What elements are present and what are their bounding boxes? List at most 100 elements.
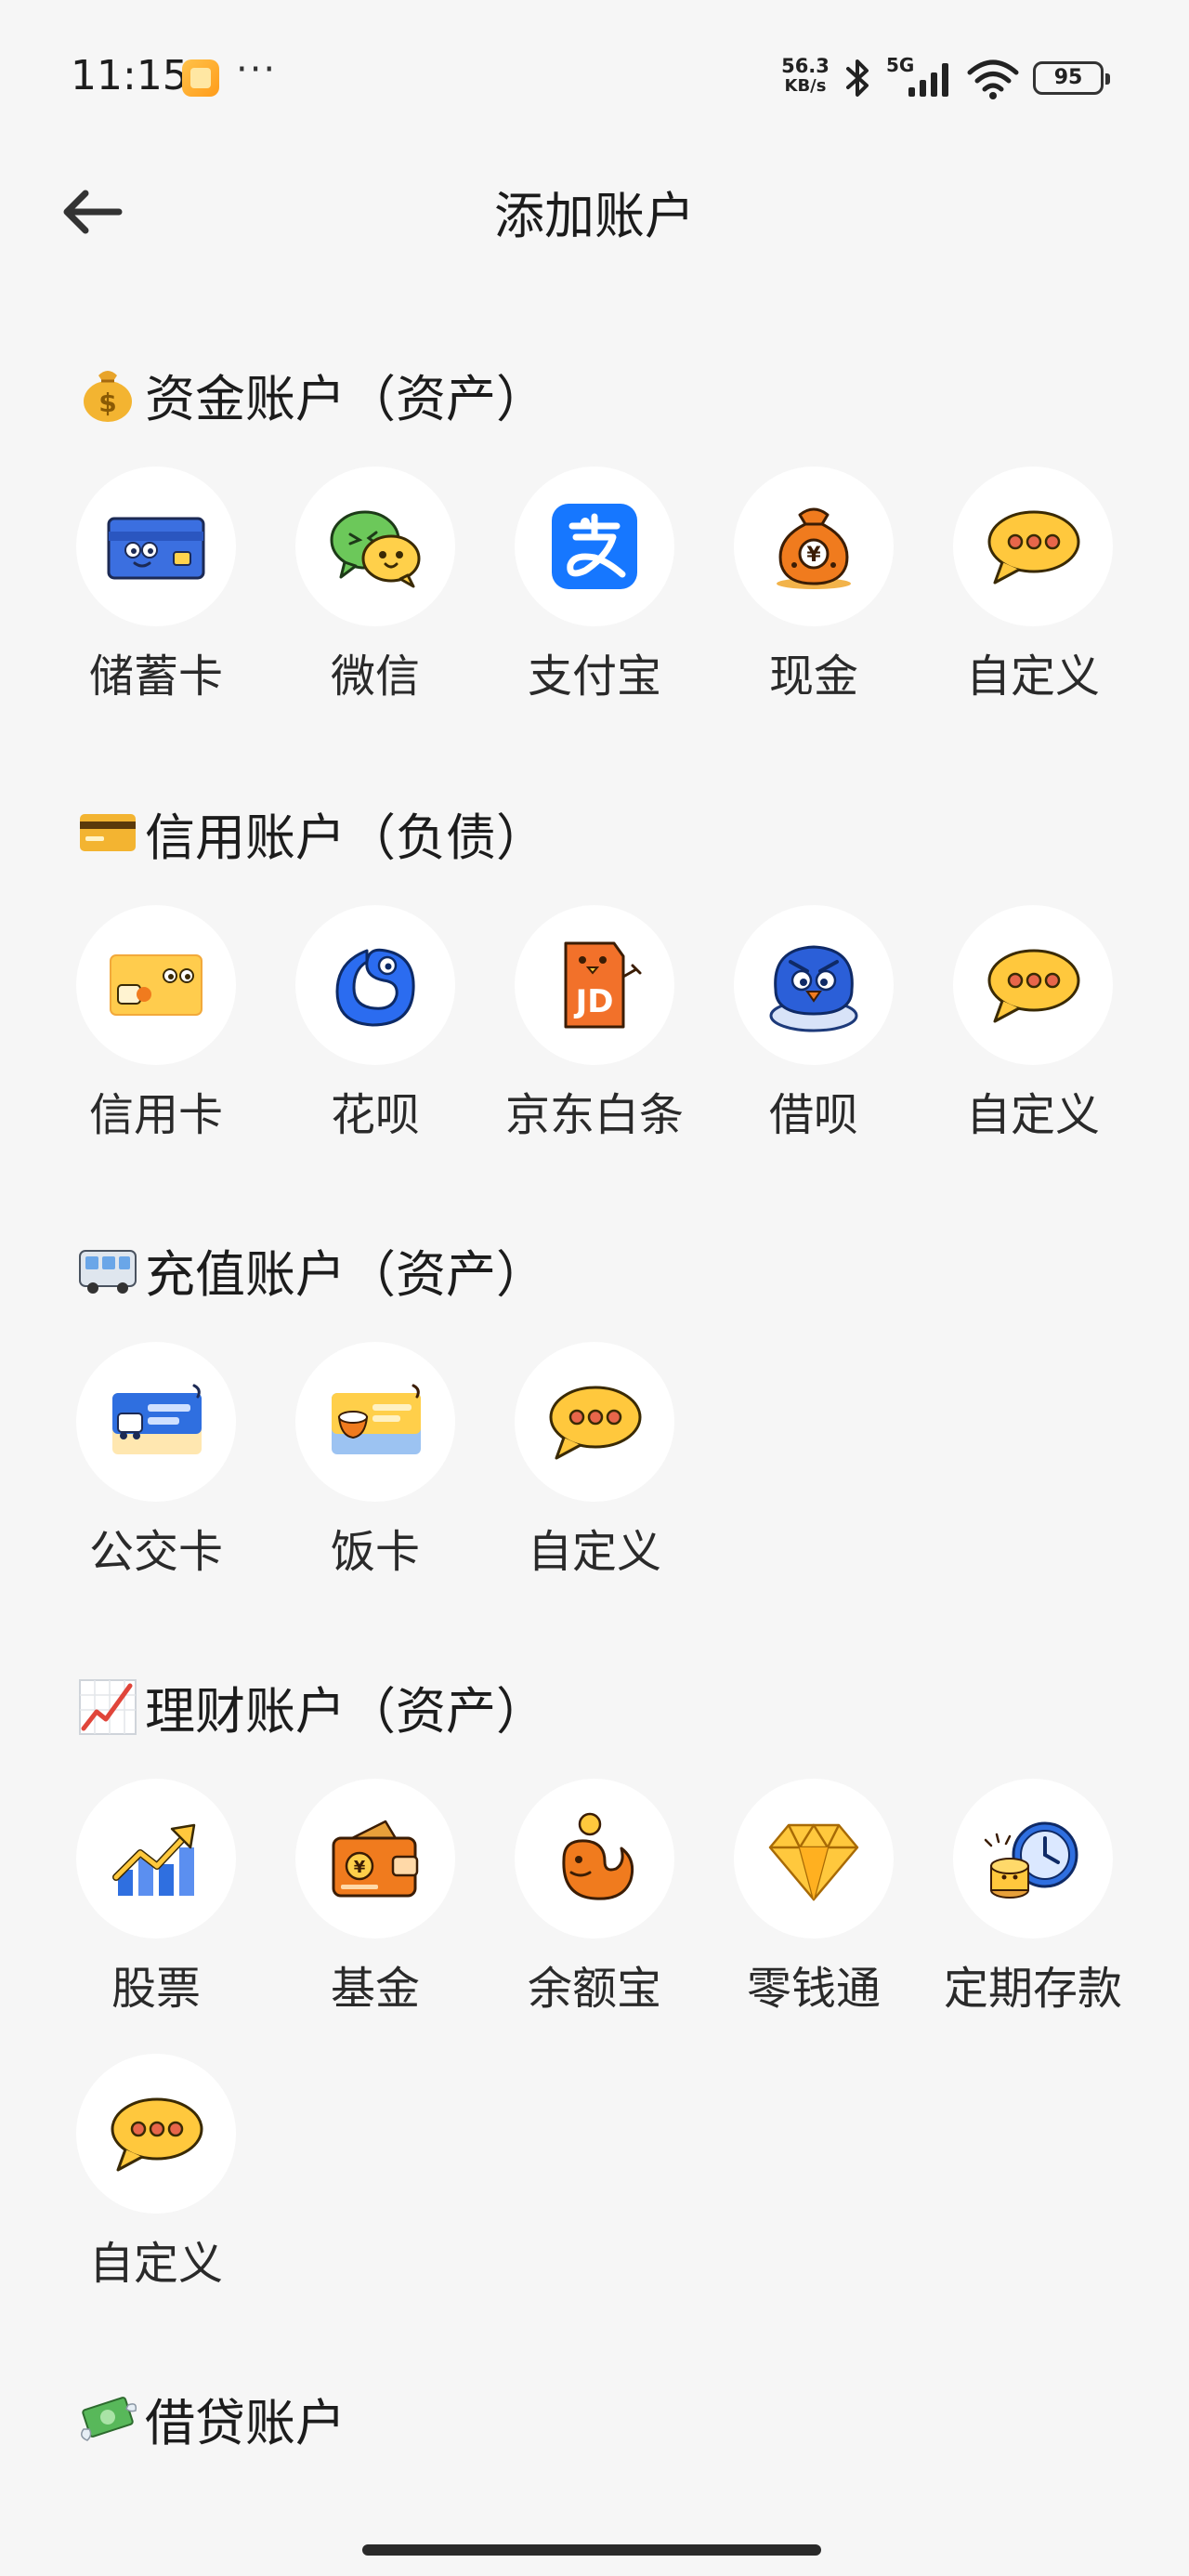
account-option-stock[interactable]: 股票: [46, 1779, 266, 2015]
account-option-jd-baitiao[interactable]: JD 京东白条: [485, 905, 704, 1141]
tile-label: 自定义: [965, 651, 1100, 703]
tile-label: 支付宝: [527, 651, 661, 703]
wifi-icon: [967, 59, 1019, 99]
custom-chat-icon: [987, 949, 1080, 1023]
page-title: 添加账户: [494, 187, 695, 245]
icon-circle: [515, 1342, 674, 1502]
credit-card-icon: [110, 954, 203, 1016]
credit-card-emoji-icon: [80, 814, 136, 851]
tile-label: 定期存款: [943, 1963, 1122, 2015]
money-bag-icon: $: [84, 371, 132, 422]
icon-circle: [295, 905, 455, 1065]
network-speed: 56.3 KB/s: [775, 56, 836, 97]
account-option-credit-card[interactable]: 信用卡: [46, 905, 266, 1141]
icon-circle: ¥: [295, 1779, 455, 1939]
bluetooth-icon: [846, 59, 869, 97]
section-prepaid-accounts: 充值账户（资产） 公交卡 饭卡 自定义: [0, 1236, 1189, 1589]
tile-label: 信用卡: [88, 1089, 223, 1141]
icon-circle: [734, 1779, 894, 1939]
tile-label: 借呗: [768, 1089, 858, 1141]
account-option-wechat[interactable]: 微信: [266, 467, 485, 703]
wechat-icon: [330, 510, 421, 588]
tile-label: 公交卡: [88, 1526, 223, 1578]
account-option-fund[interactable]: ¥ 基金: [266, 1779, 485, 2015]
status-more-icon: ···: [236, 48, 278, 91]
icon-circle: [76, 905, 236, 1065]
account-option-fixed-deposit[interactable]: 定期存款: [923, 1779, 1143, 2015]
custom-chat-icon: [987, 510, 1080, 585]
bus-icon: [79, 1250, 137, 1294]
tile-label: 自定义: [527, 1526, 661, 1578]
custom-chat-icon: [549, 1386, 642, 1460]
account-option-custom[interactable]: 自定义: [485, 1342, 704, 1578]
home-indicator[interactable]: [362, 2544, 821, 2556]
account-option-custom[interactable]: 自定义: [923, 905, 1143, 1141]
section-title: $ 资金账户（资产）: [76, 361, 546, 428]
section-title-text: 理财账户（资产）: [145, 1681, 546, 1741]
icon-circle: JD: [515, 905, 674, 1065]
account-option-bus-card[interactable]: 公交卡: [46, 1342, 266, 1578]
bus-card-icon: [112, 1384, 202, 1454]
notification-app-icon: [182, 59, 219, 97]
section-credit-accounts: 信用账户（负债） 信用卡 花呗 JD 京东白条 借呗 自定义: [0, 799, 1189, 1152]
icon-circle: [515, 467, 674, 626]
account-option-debit-card[interactable]: 储蓄卡: [46, 467, 266, 703]
tile-label: 零钱通: [746, 1963, 881, 2015]
tile-label: 自定义: [965, 1089, 1100, 1141]
section-investment-accounts: 理财账户（资产） 股票 ¥ 基金 余额宝 零钱通 定期存款 自定义: [0, 1673, 1189, 2305]
tile-label: 自定义: [88, 2238, 223, 2290]
section-title-text: 充值账户（资产）: [145, 1244, 546, 1304]
account-option-jiebei[interactable]: 借呗: [704, 905, 923, 1141]
icon-circle: [295, 467, 455, 626]
account-option-alipay[interactable]: 支付宝: [485, 467, 704, 703]
tile-label: 股票: [111, 1963, 201, 2015]
tile-label: 花呗: [330, 1089, 420, 1141]
account-option-cash[interactable]: ¥ 现金: [704, 467, 923, 703]
account-option-lingqiantong[interactable]: 零钱通: [704, 1779, 923, 2015]
lingqiantong-diamond-icon: [768, 1823, 859, 1901]
section-fund-accounts: $ 资金账户（资产） 储蓄卡 微信 支付宝 ¥ 现金 自定义: [0, 361, 1189, 714]
svg-text:$: $: [98, 388, 116, 418]
section-title: 理财账户（资产）: [76, 1673, 546, 1741]
fund-wallet-icon: ¥: [332, 1820, 419, 1898]
section-title-text: 资金账户（资产）: [145, 369, 546, 428]
section-title-text: 借贷账户: [145, 2393, 346, 2452]
stock-icon: [112, 1823, 196, 1896]
top-app-bar: 添加账户: [0, 158, 1189, 260]
custom-chat-icon: [111, 2097, 203, 2172]
icon-circle: [953, 1779, 1113, 1939]
icon-circle: [953, 905, 1113, 1065]
tile-label: 现金: [768, 651, 858, 703]
icon-circle: [76, 1342, 236, 1502]
section-title: 借贷账户: [76, 2385, 346, 2452]
meal-card-icon: [332, 1384, 421, 1454]
icon-circle: [515, 1779, 674, 1939]
svg-text:¥: ¥: [806, 544, 821, 567]
huabei-icon: [335, 948, 415, 1027]
icon-circle: ¥: [734, 467, 894, 626]
icon-circle: [76, 467, 236, 626]
tile-label: 微信: [330, 651, 420, 703]
tile-label: 京东白条: [504, 1089, 684, 1141]
status-bar: 11:15 ··· 56.3 KB/s 5G 95: [0, 0, 1189, 158]
money-with-wings-icon: [81, 2397, 137, 2441]
account-option-custom[interactable]: 自定义: [46, 2054, 266, 2290]
yuebao-icon: [562, 1812, 634, 1900]
icon-circle: [953, 467, 1113, 626]
debit-card-icon: [107, 517, 205, 580]
icon-circle: [76, 1779, 236, 1939]
tile-label: 基金: [330, 1963, 420, 2015]
account-option-huabei[interactable]: 花呗: [266, 905, 485, 1141]
account-option-meal-card[interactable]: 饭卡: [266, 1342, 485, 1578]
tile-label: 余额宝: [527, 1963, 661, 2015]
icon-circle: [295, 1342, 455, 1502]
status-time: 11:15: [71, 52, 189, 99]
tile-label: 储蓄卡: [88, 651, 223, 703]
account-option-yuebao[interactable]: 余额宝: [485, 1779, 704, 2015]
cash-bag-icon: ¥: [777, 507, 851, 589]
battery-indicator: 95: [1033, 61, 1110, 95]
tile-label: 饭卡: [330, 1526, 420, 1578]
account-option-custom[interactable]: 自定义: [923, 467, 1143, 703]
jd-baitiao-icon: JD: [564, 941, 642, 1029]
section-title-text: 信用账户（负债）: [145, 808, 546, 867]
